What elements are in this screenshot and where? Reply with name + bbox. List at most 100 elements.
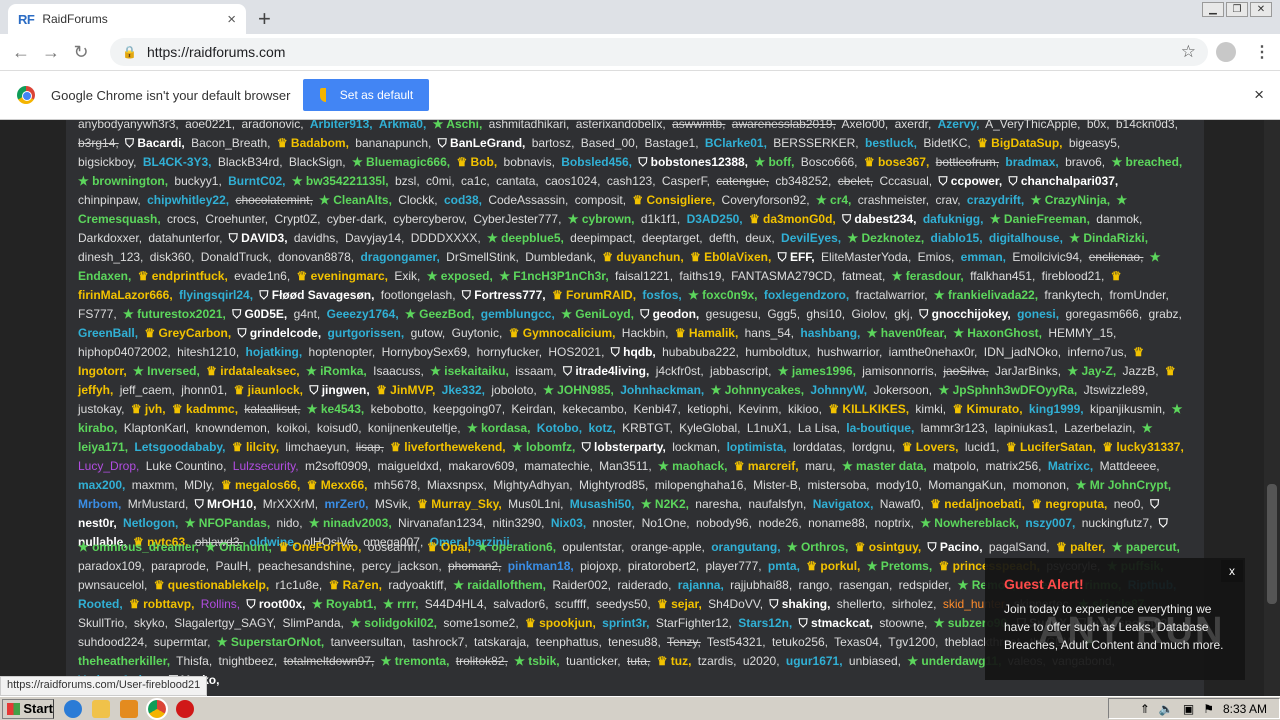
user-link[interactable]: Texas04, <box>834 635 882 649</box>
user-link[interactable]: SlimPanda, <box>282 616 343 630</box>
user-link[interactable]: ♛ jvh, <box>131 402 166 416</box>
user-link[interactable]: danmok, <box>1096 212 1142 226</box>
user-link[interactable]: ★ maohack, <box>658 459 727 473</box>
user-link[interactable]: crazydrift, <box>967 193 1024 207</box>
user-link[interactable]: Jtswizzle89, <box>1084 383 1149 397</box>
user-link[interactable]: hashbang, <box>800 326 860 340</box>
user-link[interactable]: Thisfa, <box>176 654 212 668</box>
user-link[interactable]: hornyfucker, <box>477 345 542 359</box>
user-link[interactable]: ⛉ dabest234, <box>842 212 916 226</box>
user-link[interactable]: chocolatemint, <box>235 193 312 207</box>
user-link[interactable]: ♛ KILLKIKES, <box>828 402 909 416</box>
user-link[interactable]: ⛉ Bacardi, <box>125 136 185 150</box>
user-link[interactable]: Jke332, <box>442 383 485 397</box>
user-link[interactable]: justokay, <box>78 402 124 416</box>
user-link[interactable]: ♛ OneForTwo, <box>278 540 361 554</box>
user-link[interactable]: lockman, <box>672 440 720 454</box>
user-link[interactable]: bartosz, <box>532 136 575 150</box>
user-link[interactable]: BL4CK-3Y3, <box>143 155 212 169</box>
user-link[interactable]: ★ Onahunt, <box>205 540 272 554</box>
user-link[interactable]: gkj, <box>894 307 913 321</box>
user-link[interactable]: ca1c, <box>461 174 490 188</box>
user-link[interactable]: emman, <box>961 250 1006 264</box>
user-link[interactable]: deepimpact, <box>570 231 635 245</box>
user-link[interactable]: kalaallisut, <box>244 402 300 416</box>
user-link[interactable]: ⛉ lobsterparty, <box>582 440 666 454</box>
user-link[interactable]: momonon, <box>1013 478 1070 492</box>
user-link[interactable]: La Lisa, <box>798 421 840 435</box>
user-link[interactable]: Croehunter, <box>205 212 268 226</box>
user-link[interactable]: some1some2, <box>443 616 518 630</box>
user-link[interactable]: ♛ da3monG0d, <box>749 212 836 226</box>
user-link[interactable]: koikoi, <box>276 421 310 435</box>
user-link[interactable]: Clockk, <box>398 193 437 207</box>
user-link[interactable]: sirholez, <box>892 597 937 611</box>
user-link[interactable]: king1999, <box>1029 402 1084 416</box>
user-link[interactable]: JarJarBinks, <box>995 364 1061 378</box>
user-link[interactable]: tuanticker, <box>566 654 621 668</box>
user-link[interactable]: ♛ jiaunlock, <box>234 383 303 397</box>
user-link[interactable]: ⛉ root00x, <box>247 597 306 611</box>
user-link[interactable]: opulentstar, <box>562 540 624 554</box>
user-link[interactable]: hiphop04072002, <box>78 345 171 359</box>
user-link[interactable]: GreenBall, <box>78 326 138 340</box>
user-link[interactable]: ♛ bose367, <box>864 155 929 169</box>
user-link[interactable]: node26, <box>758 516 801 530</box>
user-link[interactable]: Sh4DoVV, <box>708 597 763 611</box>
user-link[interactable]: Johnhackman, <box>620 383 704 397</box>
profile-avatar[interactable] <box>1216 42 1236 62</box>
back-icon[interactable]: ← <box>6 42 36 63</box>
user-link[interactable]: bananapunch, <box>355 136 431 150</box>
user-link[interactable]: CyberJester777, <box>473 212 561 226</box>
user-link[interactable]: ♛ nedaljnoebati, <box>930 497 1025 511</box>
user-link[interactable]: ⛉ geodon, <box>640 307 699 321</box>
user-link[interactable]: ★ master data, <box>842 459 927 473</box>
user-link[interactable]: redspider, <box>899 578 952 592</box>
user-link[interactable]: Hackbin, <box>622 326 669 340</box>
user-link[interactable]: ★ Aschi, <box>433 120 483 131</box>
user-link[interactable]: stoowne, <box>879 616 927 630</box>
user-link[interactable]: makarov609, <box>448 459 517 473</box>
user-link[interactable]: datahunterfor, <box>148 231 222 245</box>
user-link[interactable]: Arbiter913, <box>310 120 373 131</box>
user-link[interactable]: crocs, <box>167 212 199 226</box>
user-link[interactable]: BERSSERKER, <box>773 136 858 150</box>
user-link[interactable]: piratorobert2, <box>628 559 699 573</box>
user-link[interactable]: lucid1, <box>965 440 1000 454</box>
user-link[interactable]: fatmeat, <box>842 269 885 283</box>
user-link[interactable]: tanveersultan, <box>331 635 406 649</box>
user-link[interactable]: flyingsqirl24, <box>179 288 253 302</box>
user-link[interactable]: r1c1u8e, <box>276 578 323 592</box>
user-link[interactable]: ★ haven0fear, <box>867 326 947 340</box>
user-link[interactable]: u2020, <box>743 654 780 668</box>
user-link[interactable]: Lazerbelazin, <box>1064 421 1135 435</box>
user-link[interactable]: konijnenkeuteltje, <box>368 421 461 435</box>
user-link[interactable]: orange-apple, <box>631 540 705 554</box>
user-link[interactable]: dragongamer, <box>360 250 439 264</box>
user-link[interactable]: gonesi, <box>1017 307 1059 321</box>
user-link[interactable]: ★ Jay-Z, <box>1067 364 1116 378</box>
user-link[interactable]: crav, <box>935 193 960 207</box>
user-link[interactable]: MSvik, <box>375 497 411 511</box>
user-link[interactable]: neo0, <box>1114 497 1144 511</box>
user-link[interactable]: ★ solidgokil02, <box>350 616 437 630</box>
user-link[interactable]: ★ frankielivada22, <box>934 288 1038 302</box>
user-link[interactable]: la-boutique, <box>846 421 914 435</box>
user-link[interactable]: bradmax, <box>1005 155 1058 169</box>
user-link[interactable]: cbelet, <box>838 174 873 188</box>
user-link[interactable]: ★ CleanAlts, <box>319 193 392 207</box>
user-link[interactable]: Netlogon, <box>123 516 178 530</box>
user-link[interactable]: defth, <box>709 231 739 245</box>
user-link[interactable]: sprint3r, <box>602 616 649 630</box>
user-link[interactable]: ⛉ bobstones12388, <box>638 155 748 169</box>
user-link[interactable]: Giolov, <box>851 307 887 321</box>
user-link[interactable]: Tgv1200, <box>888 635 938 649</box>
user-link[interactable]: ★ tremonta, <box>381 654 450 668</box>
user-link[interactable]: caos1024, <box>545 174 600 188</box>
new-tab-button[interactable]: + <box>258 6 271 32</box>
user-link[interactable]: ⛉ grindelcode, <box>238 326 322 340</box>
user-link[interactable]: limchaeyun, <box>285 440 349 454</box>
user-link[interactable]: ★ james1996, <box>778 364 856 378</box>
user-link[interactable]: humboldtux, <box>745 345 810 359</box>
user-link[interactable]: lammr3r123, <box>921 421 988 435</box>
